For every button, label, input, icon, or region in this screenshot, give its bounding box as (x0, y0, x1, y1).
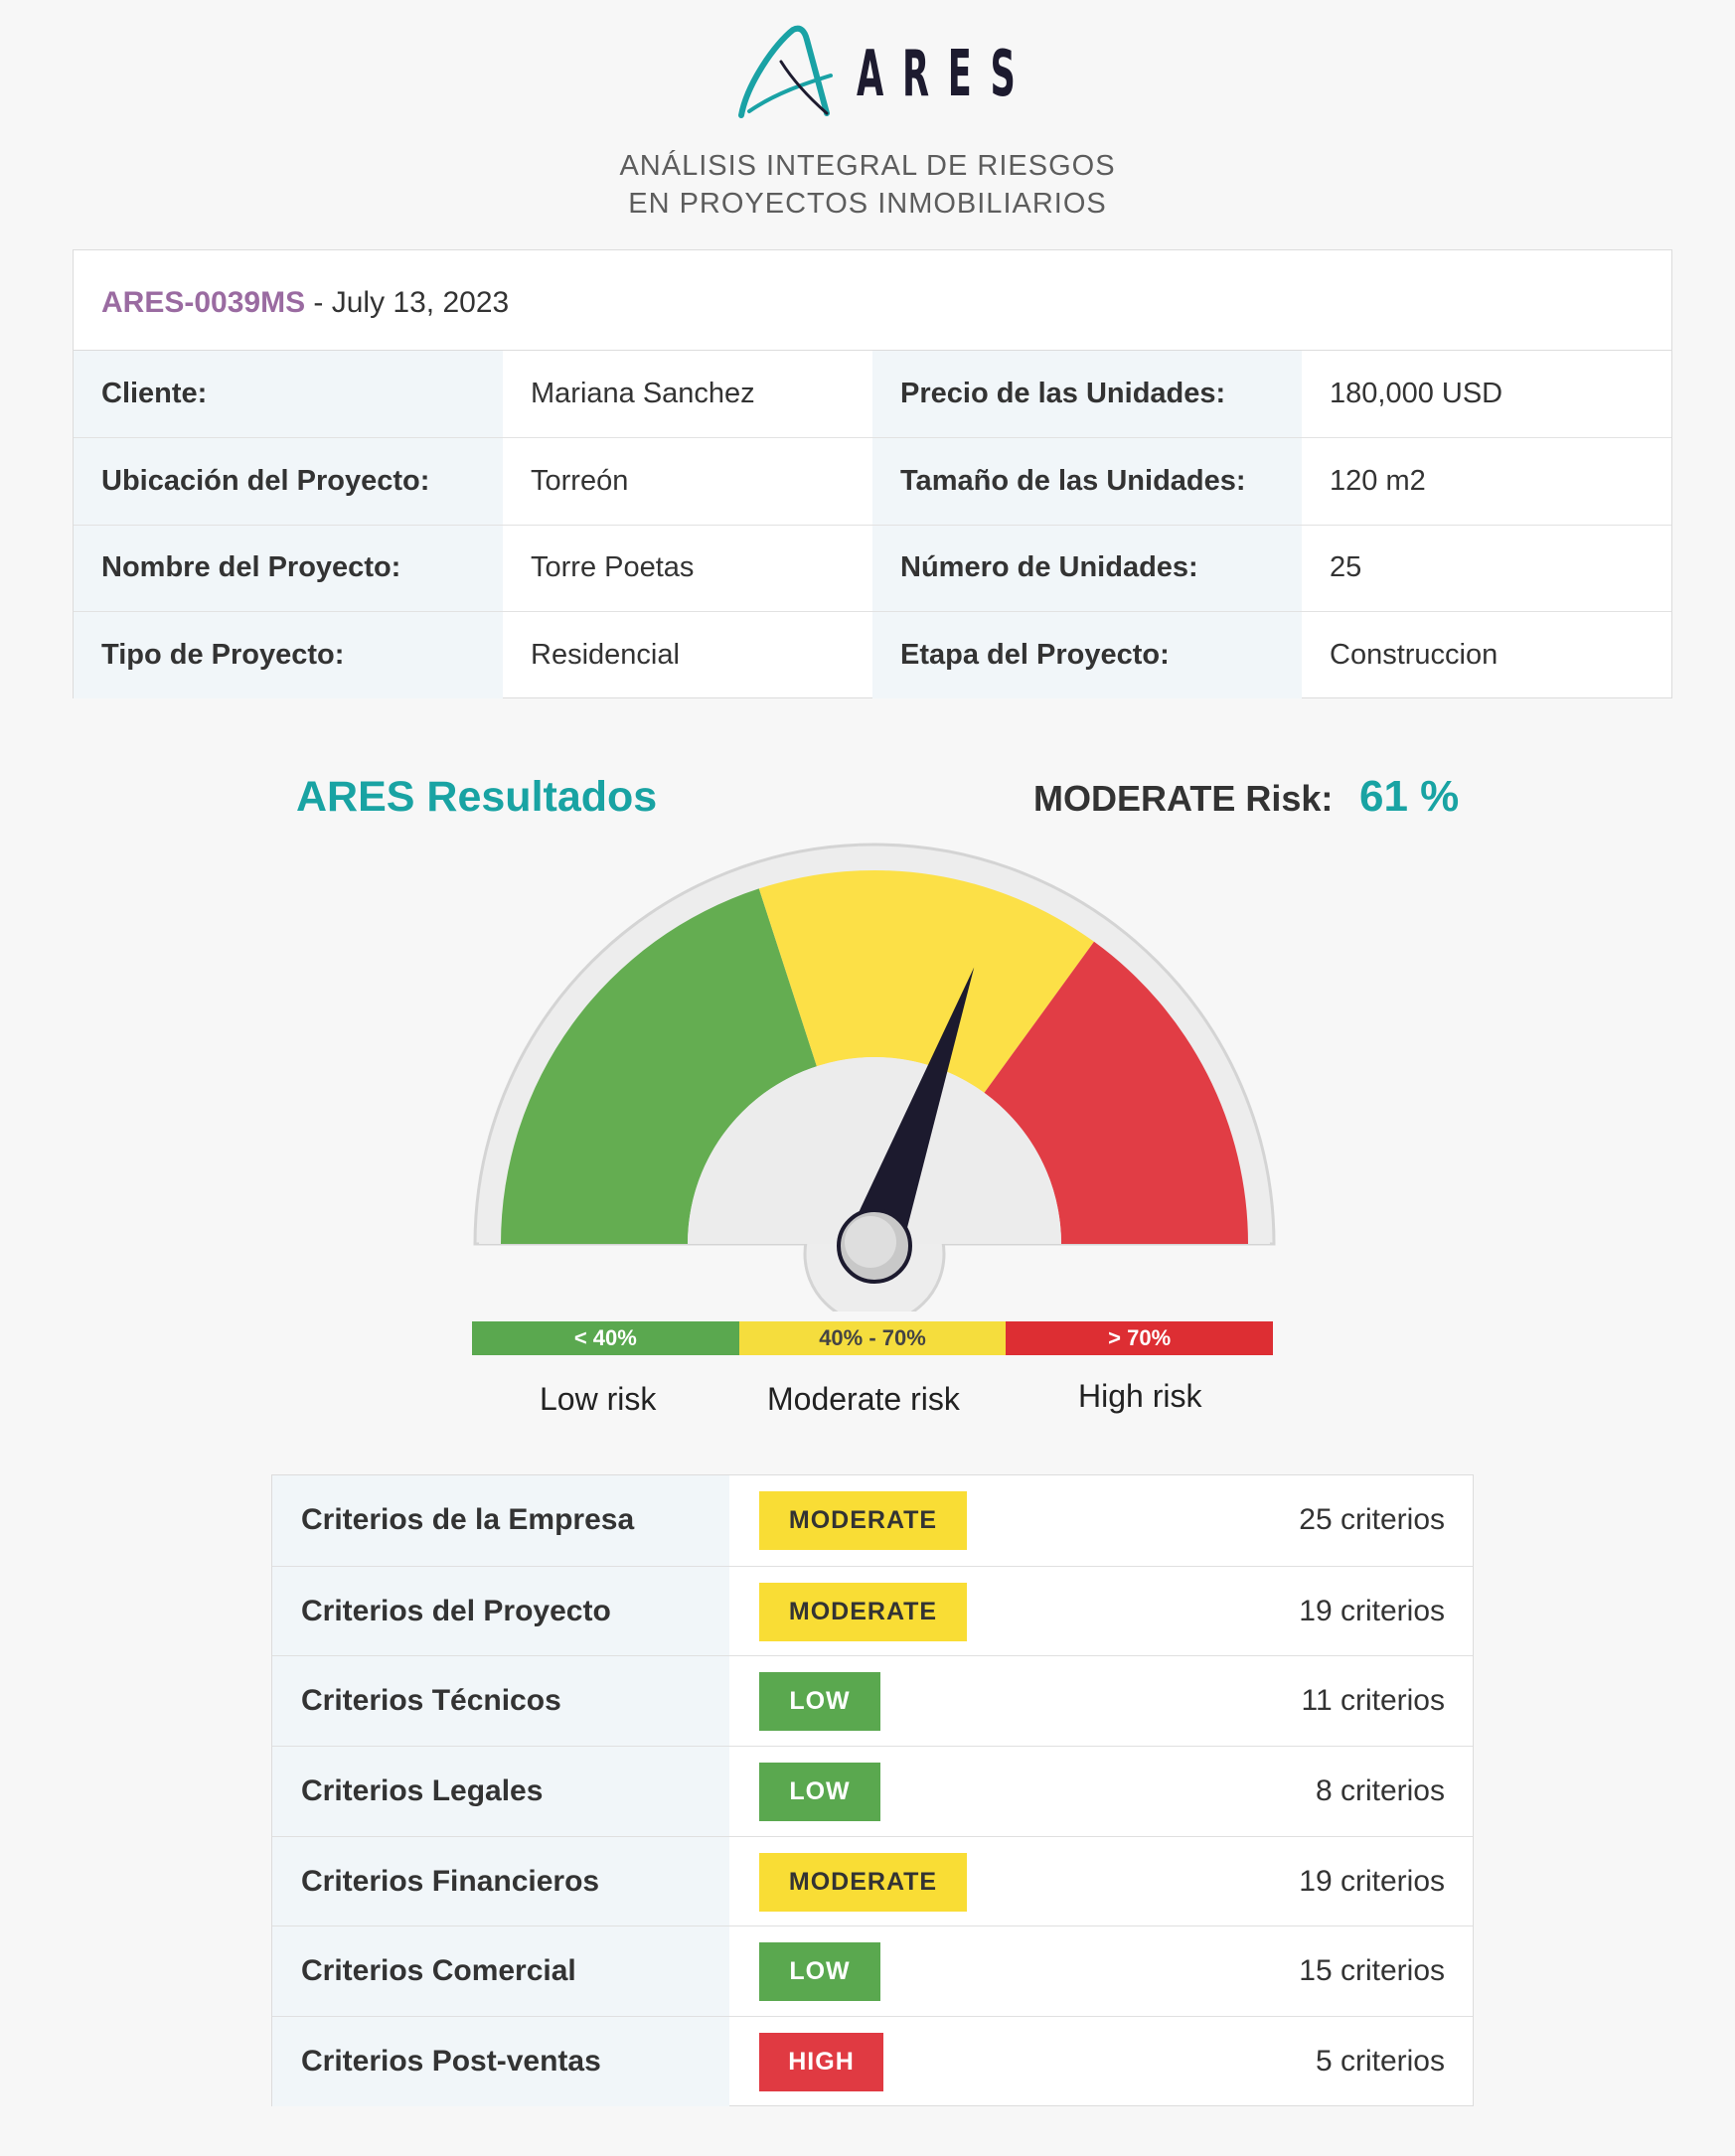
report-reference: ARES-0039MS - July 13, 2023 (74, 250, 1671, 351)
subtitle-line-1: ANÁLISIS INTEGRAL DE RIESGOS (619, 150, 1116, 182)
info-row: Cliente: Mariana Sanchez Precio de las Uni… (74, 351, 1671, 438)
criteria-name: Criterios Comercial (272, 1926, 729, 2017)
scale-low-segment: < 40% (472, 1321, 739, 1355)
criteria-name: Criterios del Proyecto (272, 1566, 729, 1656)
info-label: Número de Unidades: (872, 524, 1302, 612)
project-info-table: Cliente: Mariana Sanchez Precio de las Uni… (74, 351, 1671, 698)
risk-level-badge: LOW (759, 1942, 880, 2002)
risk-level-badge: LOW (759, 1672, 880, 1732)
brand-name: ARES (857, 38, 1034, 111)
criteria-count: 11 criterios (1301, 1684, 1446, 1718)
info-label: Cliente: (74, 351, 503, 438)
info-value: 120 m2 (1302, 437, 1671, 525)
criteria-row: Criterios Técnicos LOW 11 criterios (272, 1655, 1473, 1747)
project-info-card: ARES-0039MS - July 13, 2023 Cliente: Mari… (73, 249, 1672, 698)
moderate-risk-label: Moderate risk (767, 1381, 960, 1417)
criteria-row: Criterios del Proyecto MODERATE 19 criteri… (272, 1565, 1473, 1656)
criteria-count: 25 criterios (1299, 1503, 1445, 1537)
criteria-name: Criterios Financieros (272, 1836, 729, 1926)
results-title: ARES Resultados (296, 773, 658, 821)
criteria-name: Criterios de la Empresa (272, 1475, 729, 1566)
risk-level-badge: MODERATE (759, 1582, 967, 1641)
subtitle-line-2: EN PROYECTOS INMOBILIARIOS (628, 188, 1107, 220)
info-value: Torreón (503, 437, 872, 525)
report-id: ARES-0039MS (101, 286, 306, 319)
info-row: Tipo de Proyecto: Residencial Etapa del Pr… (74, 611, 1671, 698)
risk-label: MODERATE Risk: (1033, 778, 1334, 819)
criteria-count: 19 criterios (1299, 1594, 1445, 1627)
info-value: Mariana Sanchez (531, 378, 755, 409)
criteria-count: 15 criterios (1299, 1954, 1445, 1988)
report-date: - July 13, 2023 (305, 286, 510, 319)
criteria-row: Criterios Financieros MODERATE 19 criterio… (272, 1835, 1473, 1926)
criteria-row: Criterios Comercial LOW 15 criterios (272, 1925, 1473, 2017)
criteria-row: Criterios Legales LOW 8 criterios (272, 1746, 1473, 1836)
criteria-row: Criterios Post-ventas HIGH 5 criterios (272, 2016, 1473, 2106)
risk-level-badge: LOW (759, 1763, 880, 1822)
criteria-count: 19 criterios (1299, 1864, 1445, 1898)
criteria-count: 8 criterios (1315, 1773, 1445, 1807)
risk-level-badge: MODERATE (759, 1852, 967, 1912)
risk-level-badge: MODERATE (759, 1491, 967, 1550)
criteria-name: Criterios Técnicos (272, 1656, 729, 1747)
gauge-needle-hub-shine (845, 1216, 896, 1268)
risk-scale-bar: < 40% 40% - 70% > 70% (472, 1321, 1274, 1355)
risk-scale-legend: Low risk Moderate risk High risk (472, 1378, 1273, 1421)
criteria-count: 5 criterios (1315, 2044, 1445, 2078)
criteria-name: Criterios Post-ventas (272, 2017, 729, 2106)
risk-level-badge: HIGH (759, 2033, 883, 2092)
info-value: Construccion (1302, 611, 1671, 698)
risk-value: 61 % (1359, 772, 1460, 821)
info-label: Etapa del Proyecto: (872, 611, 1302, 698)
info-value: 180,000 USD (1330, 378, 1503, 409)
info-label: Ubicación del Proyecto: (74, 437, 503, 525)
info-label: Tamaño de las Unidades: (872, 437, 1302, 525)
info-row: Nombre del Proyecto: Torre Poetas Número d… (74, 524, 1671, 612)
info-value: 25 (1302, 524, 1671, 612)
criteria-table: Criterios de la Empresa MODERATE 25 criter… (271, 1474, 1474, 2106)
info-label: Tipo de Proyecto: (74, 611, 503, 698)
scale-moderate-segment: 40% - 70% (738, 1321, 1007, 1355)
info-row: Ubicación del Proyecto: Torreón Tamaño de … (74, 437, 1671, 525)
criteria-name: Criterios Legales (272, 1747, 729, 1836)
scale-high-segment: > 70% (1006, 1321, 1274, 1355)
info-value: Residencial (503, 611, 872, 698)
info-label: Precio de las Unidades: (872, 351, 1302, 438)
high-risk-label: High risk (1078, 1378, 1202, 1414)
criteria-row: Criterios de la Empresa MODERATE 25 criter… (272, 1475, 1473, 1566)
low-risk-label: Low risk (540, 1381, 657, 1417)
risk-gauge (473, 843, 1276, 1311)
info-value: Torre Poetas (503, 524, 872, 612)
info-label: Nombre del Proyecto: (74, 524, 503, 612)
brand-subtitle: ANÁLISIS INTEGRAL DE RIESGOS EN PROYECTO… (0, 147, 1735, 223)
